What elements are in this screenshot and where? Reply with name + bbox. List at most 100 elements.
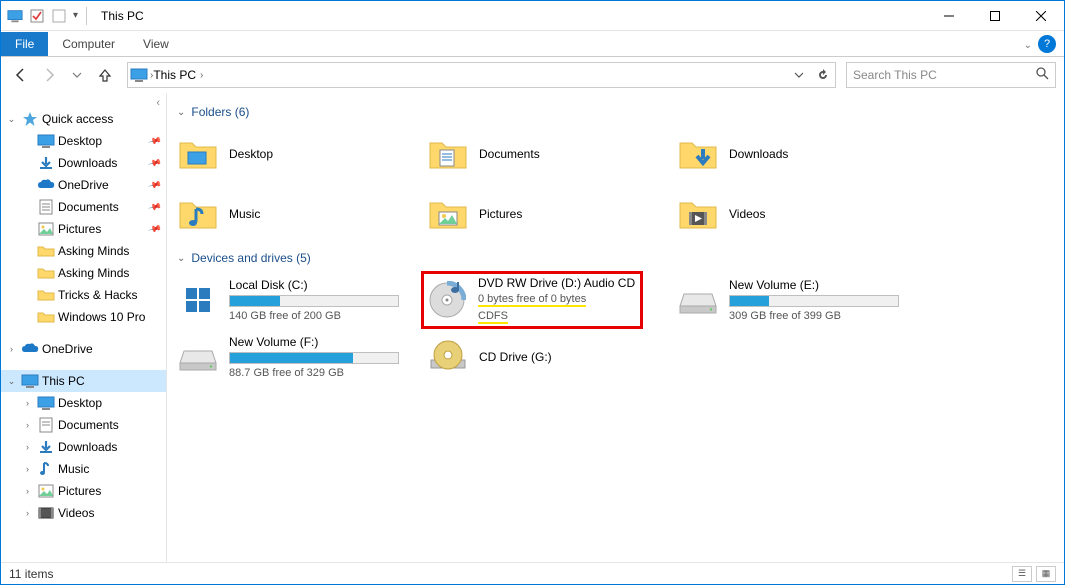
- expand-icon[interactable]: ›: [21, 464, 34, 474]
- folder-videos[interactable]: Videos: [671, 185, 921, 243]
- tree-item-downloads[interactable]: Downloads📌: [1, 152, 166, 174]
- address-dropdown-button[interactable]: [787, 63, 811, 87]
- up-button[interactable]: [93, 63, 117, 87]
- expand-icon[interactable]: ›: [5, 344, 18, 354]
- tree-label: Tricks & Hacks: [58, 288, 138, 302]
- folder-label: Documents: [479, 147, 540, 161]
- tree-label: Desktop: [58, 134, 102, 148]
- pin-icon: 📌: [147, 155, 162, 170]
- onedrive-icon: [21, 340, 39, 358]
- folder-icon: [37, 242, 55, 260]
- minimize-button[interactable]: [926, 1, 972, 31]
- breadcrumb-thispc[interactable]: This PC: [153, 68, 196, 82]
- tree-item-documents[interactable]: Documents📌: [1, 196, 166, 218]
- hdd-icon: [177, 336, 219, 378]
- tree-item-folder[interactable]: Asking Minds: [1, 262, 166, 284]
- tree-label: Asking Minds: [58, 266, 129, 280]
- drive-volume-f[interactable]: New Volume (F:) 88.7 GB free of 329 GB: [171, 329, 421, 385]
- tree-label: Desktop: [58, 396, 102, 410]
- tree-item-desktop[interactable]: Desktop📌: [1, 130, 166, 152]
- pane-chevron-icon[interactable]: ‹: [156, 97, 160, 109]
- desktop-icon: [37, 132, 55, 150]
- pin-icon: 📌: [147, 177, 162, 192]
- folder-icon: [37, 308, 55, 326]
- tree-quick-access[interactable]: ⌄ Quick access: [1, 108, 166, 130]
- search-input[interactable]: Search This PC: [846, 62, 1056, 88]
- expand-icon[interactable]: ›: [21, 486, 34, 496]
- tree-item-pictures[interactable]: › Pictures: [1, 480, 166, 502]
- expand-icon[interactable]: ›: [21, 508, 34, 518]
- folder-documents[interactable]: Documents: [421, 125, 671, 183]
- back-button[interactable]: [9, 63, 33, 87]
- qat-newfolder-icon[interactable]: [51, 8, 67, 24]
- tree-label: Quick access: [42, 112, 113, 126]
- tree-item-pictures[interactable]: Pictures📌: [1, 218, 166, 240]
- title-bar: ▾ This PC: [1, 1, 1064, 31]
- forward-button[interactable]: [37, 63, 61, 87]
- expand-icon[interactable]: ›: [21, 442, 34, 452]
- tree-label: Pictures: [58, 484, 101, 498]
- folder-label: Desktop: [229, 147, 273, 161]
- qat-dropdown-icon[interactable]: ▾: [73, 10, 78, 21]
- ribbon-tab-computer[interactable]: Computer: [48, 32, 129, 56]
- tree-label: Documents: [58, 200, 119, 214]
- folder-label: Music: [229, 207, 260, 221]
- tree-item-desktop[interactable]: › Desktop: [1, 392, 166, 414]
- folder-icon: [427, 133, 469, 175]
- tree-item-folder[interactable]: Asking Minds: [1, 240, 166, 262]
- view-icons-button[interactable]: ▦: [1036, 566, 1056, 582]
- view-details-button[interactable]: ☰: [1012, 566, 1032, 582]
- status-item-count: 11 items: [9, 567, 53, 581]
- this-pc-icon: [21, 372, 39, 390]
- tree-item-downloads[interactable]: ›Downloads: [1, 436, 166, 458]
- ribbon-tab-file[interactable]: File: [1, 32, 48, 56]
- tree-onedrive[interactable]: › OneDrive: [1, 338, 166, 360]
- drive-dvd-d[interactable]: DVD RW Drive (D:) Audio CD 0 bytes free …: [421, 271, 643, 329]
- drive-label: New Volume (F:): [229, 335, 415, 349]
- drive-label: DVD RW Drive (D:) Audio CD: [478, 276, 638, 290]
- folder-pictures[interactable]: Pictures: [421, 185, 671, 243]
- address-icon: [128, 68, 150, 82]
- drive-local-c[interactable]: Local Disk (C:) 140 GB free of 200 GB: [171, 271, 421, 329]
- folder-music[interactable]: Music: [171, 185, 421, 243]
- search-placeholder: Search This PC: [853, 68, 937, 82]
- tree-item-documents[interactable]: ›Documents: [1, 414, 166, 436]
- capacity-bar: [229, 352, 399, 364]
- pictures-icon: [37, 220, 55, 238]
- group-header-folders[interactable]: ⌄Folders (6): [177, 105, 1054, 119]
- group-label: Folders (6): [191, 105, 249, 119]
- navigation-bar: › This PC› Search This PC: [1, 57, 1064, 93]
- desktop-icon: [37, 394, 55, 412]
- group-header-drives[interactable]: ⌄Devices and drives (5): [177, 251, 1054, 265]
- refresh-button[interactable]: [811, 63, 835, 87]
- expand-icon[interactable]: ⌄: [5, 376, 18, 387]
- tree-item-videos[interactable]: ›Videos: [1, 502, 166, 524]
- folder-downloads[interactable]: Downloads: [671, 125, 921, 183]
- documents-icon: [37, 416, 55, 434]
- help-button[interactable]: ?: [1038, 35, 1056, 53]
- folder-icon: [37, 264, 55, 282]
- tree-item-folder[interactable]: Tricks & Hacks: [1, 284, 166, 306]
- qat-properties-icon[interactable]: [29, 8, 45, 24]
- recent-locations-button[interactable]: [65, 63, 89, 87]
- drive-filesystem: CDFS: [478, 310, 508, 324]
- expand-icon[interactable]: ›: [21, 420, 34, 430]
- address-bar[interactable]: › This PC›: [127, 62, 836, 88]
- close-button[interactable]: [1018, 1, 1064, 31]
- tree-item-folder[interactable]: Windows 10 Pro: [1, 306, 166, 328]
- tree-this-pc[interactable]: ⌄This PC: [1, 370, 166, 392]
- tree-item-onedrive[interactable]: OneDrive📌: [1, 174, 166, 196]
- ribbon-expand-icon[interactable]: ⌄: [1024, 40, 1032, 51]
- drive-cd-g[interactable]: CD Drive (G:): [421, 329, 671, 385]
- drive-volume-e[interactable]: New Volume (E:) 309 GB free of 399 GB: [671, 271, 921, 329]
- expand-icon[interactable]: ›: [21, 398, 34, 408]
- tree-label: OneDrive: [42, 342, 93, 356]
- breadcrumb-sep-icon[interactable]: ›: [200, 70, 203, 81]
- documents-icon: [37, 198, 55, 216]
- maximize-button[interactable]: [972, 1, 1018, 31]
- ribbon-tab-view[interactable]: View: [129, 32, 183, 56]
- tree-item-music[interactable]: ›Music: [1, 458, 166, 480]
- folder-desktop[interactable]: Desktop: [171, 125, 421, 183]
- main-area: ‹ ⌄ Quick access Desktop📌 Downloads📌 One…: [1, 93, 1064, 562]
- expand-icon[interactable]: ⌄: [5, 114, 18, 125]
